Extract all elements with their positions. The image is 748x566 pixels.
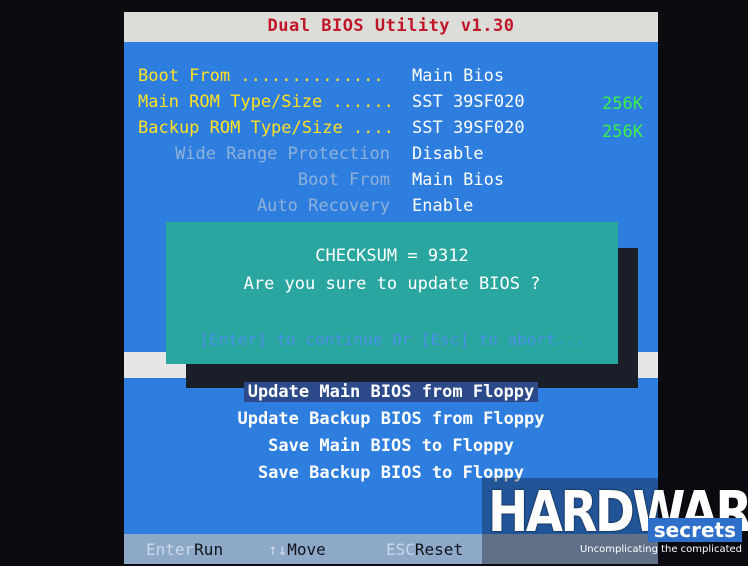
setting-size-main-rom: 256K [602, 94, 643, 114]
title-bar: Dual BIOS Utility v1.30 [124, 12, 658, 42]
setting-value-boot-from[interactable]: Main Bios [412, 66, 504, 86]
confirm-hint: [Enter] to continue Or [Esc] to abort... [199, 330, 585, 349]
setting-label-wide-range-protection: Wide Range Protection [175, 144, 390, 164]
setting-label-backup-rom: Backup ROM Type/Size .... [138, 118, 394, 138]
confirm-question: Are you sure to update BIOS ? [243, 274, 541, 294]
hardware-secrets-logo: HARDWARE secrets Uncomplicating the comp… [482, 478, 748, 566]
setting-label-boot-from-2: Boot From [297, 170, 390, 190]
setting-value-backup-rom: SST 39SF020 [412, 118, 525, 138]
footer-key: ↑↓ [268, 540, 288, 559]
menu-update-main-bios[interactable]: Update Main BIOS from Floppy [124, 382, 658, 402]
logo-tagline: Uncomplicating the complicated [579, 544, 742, 555]
utility-title: Dual BIOS Utility v1.30 [267, 16, 515, 36]
setting-label-auto-recovery: Auto Recovery [256, 196, 390, 216]
setting-value-wide-range-protection[interactable]: Disable [412, 144, 484, 164]
setting-value-main-rom: SST 39SF020 [412, 92, 525, 112]
footer-action: Reset [414, 540, 464, 559]
logo-secrets-badge: secrets [647, 518, 742, 542]
setting-label-main-rom: Main ROM Type/Size ...... [138, 92, 394, 112]
setting-value-auto-recovery[interactable]: Enable [412, 196, 473, 216]
footer-action: Move [287, 540, 326, 559]
footer-reset: ESCReset [386, 540, 463, 559]
menu-item-label: Update Main BIOS from Floppy [243, 382, 539, 402]
setting-value-boot-from-2[interactable]: Main Bios [412, 170, 504, 190]
footer-key: Enter [146, 540, 195, 559]
checksum-text: CHECKSUM = 9312 [315, 246, 469, 266]
footer-key: ESC [386, 540, 415, 559]
menu-update-backup-bios[interactable]: Update Backup BIOS from Floppy [124, 409, 658, 429]
setting-size-backup-rom: 256K [602, 122, 643, 142]
setting-label-boot-from: Boot From .............. [138, 66, 384, 86]
footer-move: ↑↓Move [268, 540, 326, 559]
menu-save-main-bios[interactable]: Save Main BIOS to Floppy [124, 436, 658, 456]
footer-enter: EnterRun [146, 540, 223, 559]
confirm-dialog: CHECKSUM = 9312 Are you sure to update B… [166, 222, 618, 364]
footer-action: Run [194, 540, 224, 559]
